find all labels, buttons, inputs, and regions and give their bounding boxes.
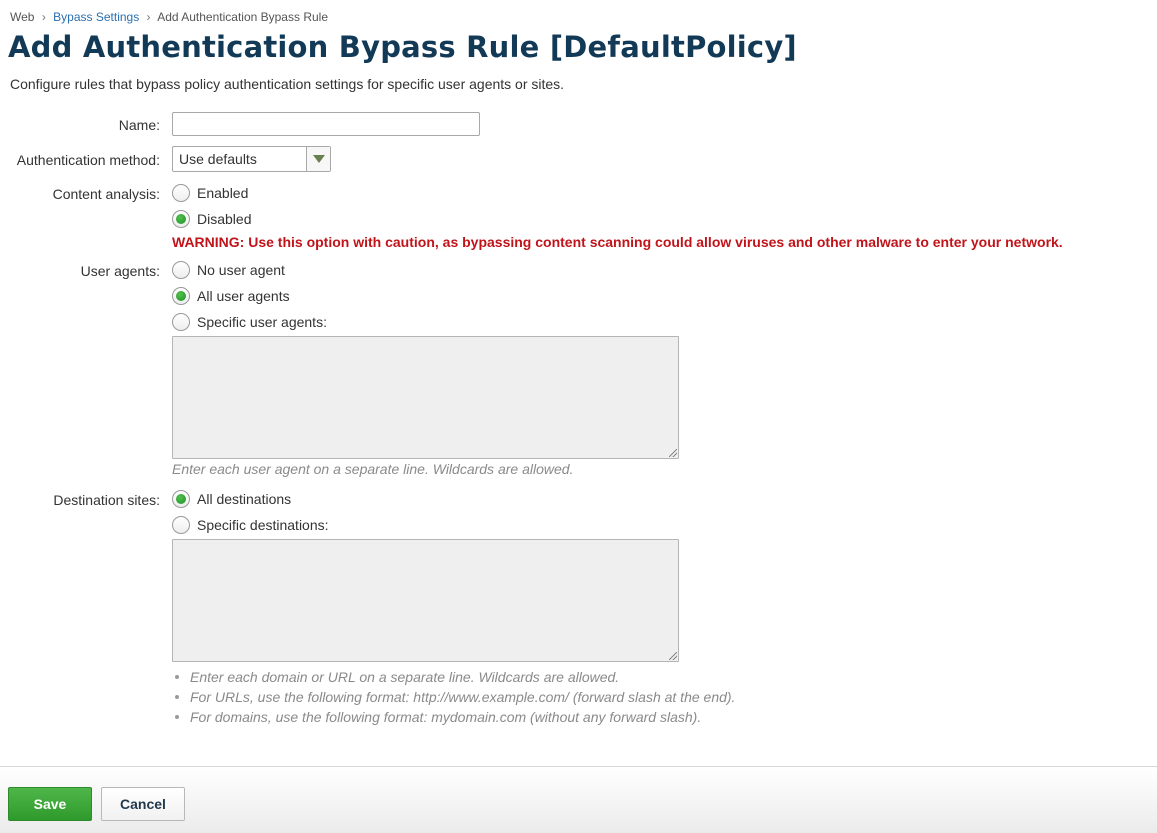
content-analysis-enabled-radio[interactable] bbox=[172, 184, 190, 202]
list-item: For domains, use the following format: m… bbox=[172, 707, 735, 727]
radio-label: All destinations bbox=[197, 491, 292, 507]
radio-label: Enabled bbox=[197, 185, 249, 201]
name-input[interactable] bbox=[172, 112, 480, 136]
content-analysis-label: Content analysis: bbox=[52, 186, 160, 202]
auth-method-selected: Use defaults bbox=[179, 151, 257, 167]
breadcrumb-bypass-settings-link[interactable]: Bypass Settings bbox=[53, 10, 139, 24]
radio-label: Disabled bbox=[197, 211, 252, 227]
radio-label: No user agent bbox=[197, 262, 285, 278]
breadcrumb: Web › Bypass Settings › Add Authenticati… bbox=[10, 10, 328, 24]
destinations-hint-list: Enter each domain or URL on a separate l… bbox=[172, 667, 735, 727]
user-agents-none-radio[interactable] bbox=[172, 261, 190, 279]
chevron-down-icon bbox=[313, 155, 325, 163]
destinations-specific-radio[interactable] bbox=[172, 516, 190, 534]
resize-grip-icon[interactable] bbox=[669, 652, 677, 660]
breadcrumb-separator: › bbox=[41, 10, 46, 24]
user-agents-label: User agents: bbox=[80, 263, 160, 279]
name-label: Name: bbox=[118, 117, 160, 133]
page-title: Add Authentication Bypass Rule [DefaultP… bbox=[8, 30, 797, 64]
destinations-textarea[interactable] bbox=[172, 539, 679, 662]
user-agents-all-radio[interactable] bbox=[172, 287, 190, 305]
content-analysis-disabled-radio[interactable] bbox=[172, 210, 190, 228]
destinations-all-radio[interactable] bbox=[172, 490, 190, 508]
breadcrumb-web: Web bbox=[10, 10, 35, 24]
content-analysis-warning: WARNING: Use this option with caution, a… bbox=[172, 234, 1063, 250]
resize-grip-icon[interactable] bbox=[669, 449, 677, 457]
user-agents-hint: Enter each user agent on a separate line… bbox=[172, 461, 574, 477]
destination-sites-label: Destination sites: bbox=[53, 492, 160, 508]
breadcrumb-separator: › bbox=[146, 10, 151, 24]
radio-label: Specific user agents: bbox=[197, 314, 327, 330]
auth-method-select[interactable]: Use defaults bbox=[172, 146, 331, 172]
user-agents-specific-radio[interactable] bbox=[172, 313, 190, 331]
footer-bar: Save Cancel bbox=[0, 766, 1157, 833]
cancel-button[interactable]: Cancel bbox=[101, 787, 185, 821]
list-item: Enter each domain or URL on a separate l… bbox=[172, 667, 735, 687]
save-button[interactable]: Save bbox=[8, 787, 92, 821]
breadcrumb-current: Add Authentication Bypass Rule bbox=[157, 10, 328, 24]
auth-method-label: Authentication method: bbox=[16, 152, 160, 168]
user-agents-textarea[interactable] bbox=[172, 336, 679, 459]
radio-label: All user agents bbox=[197, 288, 290, 304]
dropdown-button[interactable] bbox=[306, 147, 330, 171]
page-description: Configure rules that bypass policy authe… bbox=[10, 76, 565, 92]
list-item: For URLs, use the following format: http… bbox=[172, 687, 735, 707]
radio-label: Specific destinations: bbox=[197, 517, 329, 533]
